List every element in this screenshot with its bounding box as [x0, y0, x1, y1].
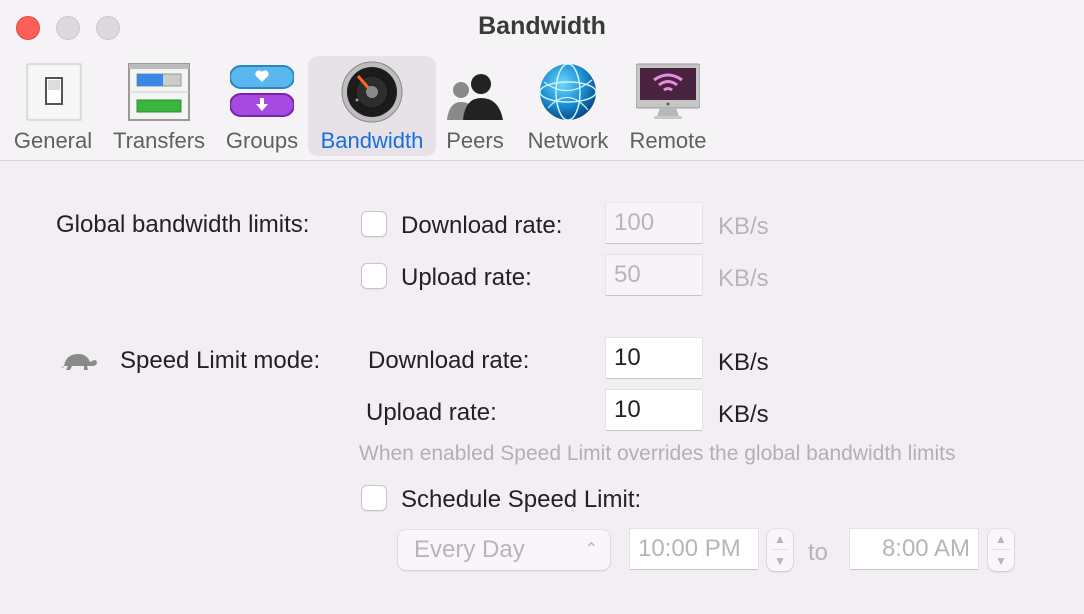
- speed-limit-download-label: Download rate:: [368, 347, 530, 374]
- chevron-up-down-icon: ⌃: [584, 541, 598, 558]
- schedule-day-popup[interactable]: Every Day ⌃: [398, 530, 610, 570]
- schedule-to-label: to: [808, 539, 829, 566]
- global-upload-label: Upload rate:: [401, 264, 532, 291]
- schedule-to-time-stepper[interactable]: ▲ ▼: [988, 529, 1014, 571]
- preferences-window: Bandwidth General Transfers Groups Bandw…: [0, 0, 1084, 614]
- tab-label: General: [13, 128, 93, 153]
- people-icon: [443, 60, 507, 124]
- tab-groups[interactable]: Groups: [218, 56, 306, 156]
- speedometer-icon: [340, 60, 404, 124]
- tab-bandwidth[interactable]: Bandwidth: [308, 56, 436, 156]
- tab-label: Network: [527, 128, 609, 153]
- global-upload-rate-field[interactable]: 50: [606, 255, 702, 295]
- tab-peers[interactable]: Peers: [440, 56, 510, 156]
- schedule-from-time-stepper[interactable]: ▲ ▼: [767, 529, 793, 571]
- tab-label: Groups: [225, 128, 299, 153]
- tab-label: Transfers: [112, 128, 206, 153]
- global-upload-unit: KB/s: [718, 265, 769, 292]
- tab-label: Remote: [629, 128, 707, 153]
- groups-icon: [229, 60, 295, 124]
- stepper-up-icon[interactable]: ▲: [988, 532, 1014, 546]
- tab-remote[interactable]: Remote: [622, 56, 714, 156]
- schedule-speed-limit-checkbox[interactable]: [361, 485, 387, 511]
- tab-network[interactable]: Network: [520, 56, 616, 156]
- global-download-label: Download rate:: [401, 212, 563, 239]
- global-download-checkbox[interactable]: [361, 211, 387, 237]
- speed-limit-mode-label: Speed Limit mode:: [120, 347, 321, 374]
- speed-limit-upload-rate-field[interactable]: 10: [606, 390, 702, 430]
- globe-icon: [536, 60, 600, 124]
- remote-monitor-icon: [635, 60, 701, 124]
- schedule-speed-limit-label: Schedule Speed Limit:: [401, 486, 642, 513]
- window-title: Bandwidth: [478, 12, 606, 40]
- speed-limit-download-rate-field[interactable]: 10: [606, 338, 702, 378]
- speed-limit-download-unit: KB/s: [718, 349, 769, 376]
- global-upload-checkbox[interactable]: [361, 263, 387, 289]
- global-limits-label: Global bandwidth limits:: [56, 211, 310, 238]
- stepper-down-icon[interactable]: ▼: [767, 554, 793, 568]
- tab-general[interactable]: General: [6, 56, 100, 156]
- transfers-icon: [127, 60, 191, 124]
- global-download-rate-field[interactable]: 100: [606, 203, 702, 243]
- speed-limit-upload-unit: KB/s: [718, 401, 769, 428]
- speed-limit-hint: When enabled Speed Limit overrides the g…: [359, 442, 956, 465]
- speed-limit-upload-label: Upload rate:: [366, 399, 497, 426]
- schedule-to-time-field[interactable]: 8:00 AM: [850, 529, 978, 569]
- stepper-down-icon[interactable]: ▼: [988, 554, 1014, 568]
- schedule-day-value: Every Day: [414, 536, 525, 563]
- turtle-icon: [60, 350, 98, 372]
- light-switch-icon: [21, 60, 85, 124]
- tab-label: Peers: [446, 128, 504, 153]
- stepper-up-icon[interactable]: ▲: [767, 532, 793, 546]
- tab-label: Bandwidth: [320, 128, 424, 153]
- schedule-from-time-field[interactable]: 10:00 PM: [630, 529, 758, 569]
- tab-transfers[interactable]: Transfers: [106, 56, 212, 156]
- global-download-unit: KB/s: [718, 213, 769, 240]
- toolbar: Bandwidth General Transfers Groups Bandw…: [0, 0, 1084, 161]
